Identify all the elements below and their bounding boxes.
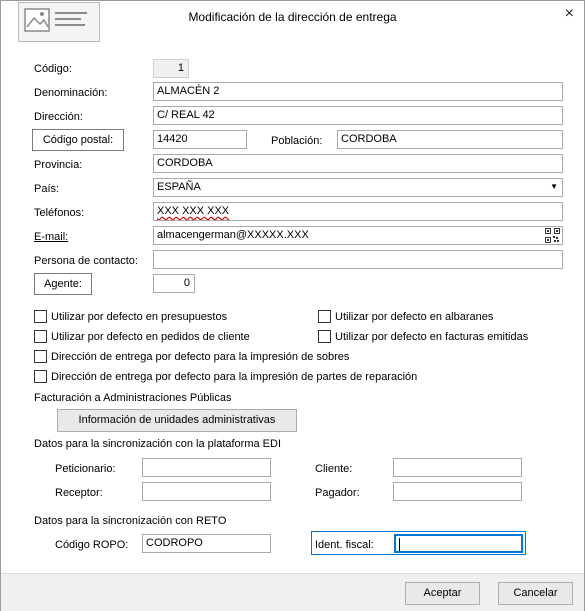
receptor-label: Receptor: (55, 487, 103, 499)
dropdown-arrow-icon[interactable]: ▼ (550, 182, 558, 191)
presupuestos-label: Utilizar por defecto en presupuestos (51, 311, 228, 323)
pagador-input[interactable] (393, 482, 522, 501)
albaranes-checkbox[interactable] (318, 310, 331, 323)
receptor-input[interactable] (142, 482, 271, 501)
dialog-footer: Aceptar Cancelar (1, 573, 584, 611)
pais-value: ESPAÑA (157, 181, 201, 193)
direccion-input[interactable]: C/ REAL 42 (153, 106, 563, 125)
edi-section-label: Datos para la sincronización con la plat… (34, 438, 282, 450)
ident-fiscal-group: Ident. fiscal: (311, 531, 526, 555)
address-card-icon (18, 2, 100, 42)
persona-contacto-label: Persona de contacto: (34, 255, 138, 267)
telefonos-value: XXX XXX XXX (157, 205, 230, 217)
close-icon[interactable]: × (565, 5, 574, 23)
qr-code-icon[interactable] (545, 228, 560, 243)
albaranes-label: Utilizar por defecto en albaranes (335, 311, 494, 323)
agente-button[interactable]: Agente: (34, 273, 92, 295)
denominacion-label: Denominación: (34, 87, 108, 99)
peticionario-input[interactable] (142, 458, 271, 477)
unidades-administrativas-button[interactable]: Información de unidades administrativas (57, 409, 297, 432)
pais-select[interactable]: ESPAÑA ▼ (153, 178, 563, 197)
codigo-ropo-label: Código ROPO: (55, 539, 129, 551)
provincia-input[interactable]: CORDOBA (153, 154, 563, 173)
partes-label: Dirección de entrega por defecto para la… (51, 371, 418, 383)
telefonos-label: Teléfonos: (34, 207, 85, 219)
ident-fiscal-label: Ident. fiscal: (315, 539, 374, 551)
pedidos-label: Utilizar por defecto en pedidos de clien… (51, 331, 250, 343)
persona-contacto-input[interactable] (153, 250, 563, 269)
ident-fiscal-input[interactable] (394, 534, 523, 553)
codigo-postal-input[interactable]: 14420 (153, 130, 247, 149)
codigo-field: 1 (153, 59, 189, 78)
denominacion-input[interactable]: ALMACÉN 2 (153, 82, 563, 101)
telefonos-input[interactable]: XXX XXX XXX (153, 202, 563, 221)
poblacion-label: Población: (271, 135, 323, 147)
email-input[interactable]: almacengerman@XXXXX.XXX (153, 226, 563, 245)
pedidos-checkbox[interactable] (34, 330, 47, 343)
cliente-label: Cliente: (315, 463, 353, 475)
text-caret (399, 538, 400, 551)
presupuestos-checkbox[interactable] (34, 310, 47, 323)
dialog-window: Modificación de la dirección de entrega … (0, 0, 585, 611)
facturas-checkbox[interactable] (318, 330, 331, 343)
codigo-postal-button[interactable]: Código postal: (32, 129, 124, 151)
provincia-label: Provincia: (34, 159, 83, 171)
codigo-label: Código: (34, 63, 72, 75)
pagador-label: Pagador: (315, 487, 360, 499)
partes-checkbox[interactable] (34, 370, 47, 383)
admin-section-label: Facturación a Administraciones Públicas (34, 392, 232, 404)
poblacion-input[interactable]: CORDOBA (337, 130, 563, 149)
direccion-label: Dirección: (34, 111, 83, 123)
cliente-input[interactable] (393, 458, 522, 477)
sobres-checkbox[interactable] (34, 350, 47, 363)
facturas-label: Utilizar por defecto en facturas emitida… (335, 331, 529, 343)
reto-section-label: Datos para la sincronización con RETO (34, 515, 227, 527)
cancel-button[interactable]: Cancelar (498, 582, 573, 605)
peticionario-label: Peticionario: (55, 463, 116, 475)
sobres-label: Dirección de entrega por defecto para la… (51, 351, 350, 363)
pais-label: País: (34, 183, 60, 195)
accept-button[interactable]: Aceptar (405, 582, 480, 605)
agente-input[interactable]: 0 (153, 274, 195, 293)
email-label-link[interactable]: E-mail: (34, 231, 68, 243)
email-value: almacengerman@XXXXX.XXX (157, 229, 309, 241)
codigo-ropo-input[interactable]: CODROPO (142, 534, 271, 553)
